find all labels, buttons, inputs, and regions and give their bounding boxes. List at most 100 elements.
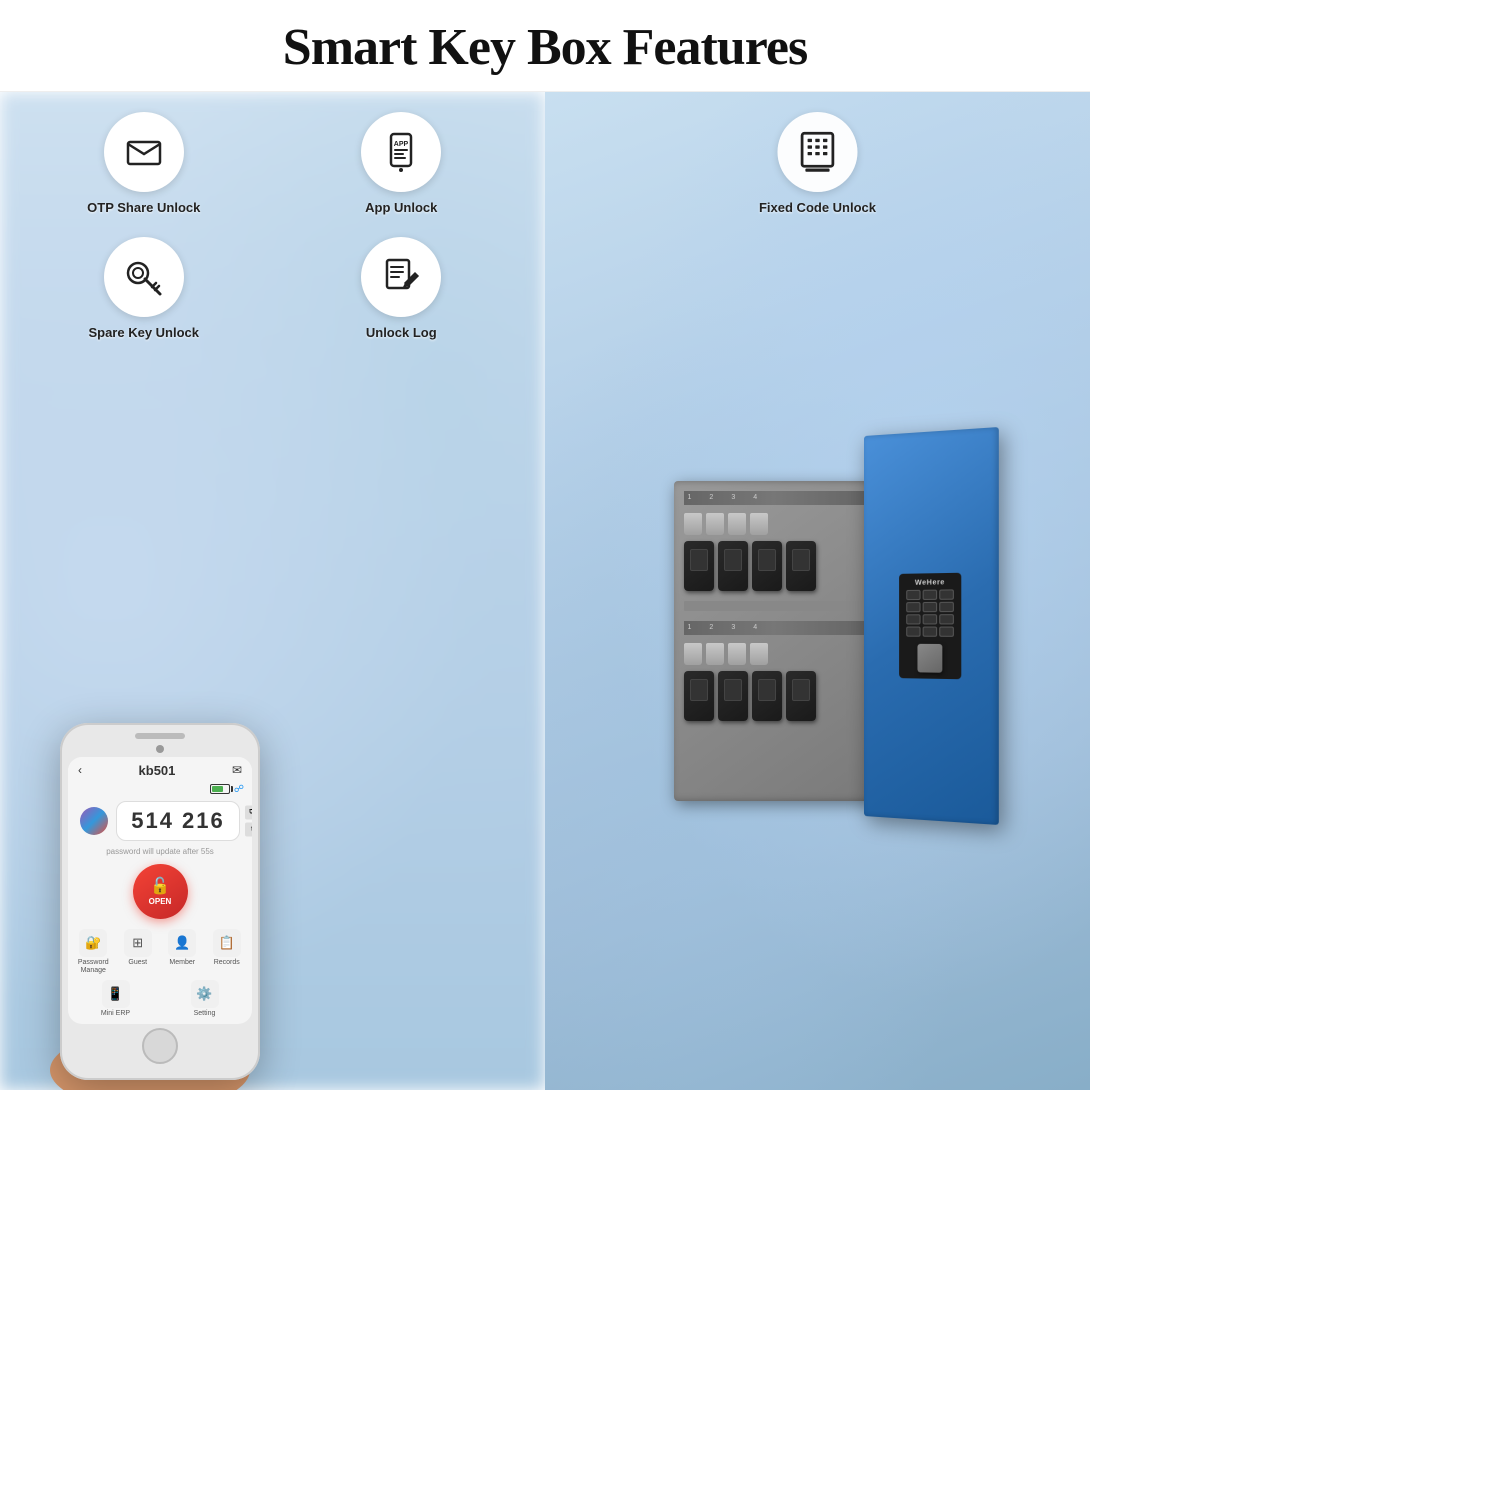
password-manage-label: PasswordManage xyxy=(78,959,109,976)
spare-key-label: Spare Key Unlock xyxy=(88,325,199,342)
app-menu-row1: 🔐 PasswordManage ⊞ Guest 👤 M xyxy=(68,925,252,978)
menu-mini-erp[interactable]: 📱 Mini ERP xyxy=(72,980,159,1018)
open-label: OPEN xyxy=(149,897,172,906)
key-fob-4 xyxy=(786,541,816,591)
otp-share-label: OTP Share Unlock xyxy=(87,200,200,217)
keypad-btn-hash xyxy=(939,626,954,636)
keypad-btn-2 xyxy=(922,589,937,599)
app-unlock-label: App Unlock xyxy=(365,200,437,217)
key-hook-5 xyxy=(684,643,702,665)
key-fob-5 xyxy=(684,671,714,721)
keypad-btn-1 xyxy=(906,590,920,600)
keypad-btn-8 xyxy=(922,614,937,624)
features-grid: OTP Share Unlock APP App xyxy=(20,112,525,342)
feature-unlock-log: Unlock Log xyxy=(278,237,526,342)
key-fob-row-1 xyxy=(684,541,864,591)
setting-label: Setting xyxy=(194,1010,216,1018)
key-rows-container: 1 2 3 4 xyxy=(684,491,864,791)
key-fob-6 xyxy=(718,671,748,721)
key-icon-circle xyxy=(104,237,184,317)
device-name: kb501 xyxy=(82,763,232,778)
num-4: 4 xyxy=(753,494,757,501)
menu-guest[interactable]: ⊞ Guest xyxy=(117,929,160,976)
num-2: 2 xyxy=(709,494,713,501)
battery-fill xyxy=(212,786,223,792)
left-panel: OTP Share Unlock APP App xyxy=(0,92,545,1090)
keypad-btn-5 xyxy=(922,602,937,612)
key-hook-2 xyxy=(706,513,724,535)
brand-name: WeHere xyxy=(914,579,944,587)
guest-label: Guest xyxy=(128,959,147,967)
member-label: Member xyxy=(169,959,195,967)
keypad-btn-6 xyxy=(939,602,954,612)
fixed-code-feature: Fixed Code Unlock xyxy=(759,112,876,217)
right-panel: Fixed Code Unlock 1 2 3 4 xyxy=(545,92,1090,1090)
num-3: 3 xyxy=(731,494,735,501)
records-label: Records xyxy=(214,959,240,967)
otp-icon-circle xyxy=(104,112,184,192)
key-hook-6 xyxy=(706,643,724,665)
log-icon-circle xyxy=(361,237,441,317)
home-button[interactable] xyxy=(142,1028,178,1064)
avatar-otp-row: 514 216 ⧉ ↑ xyxy=(68,797,252,845)
key-fob-1 xyxy=(684,541,714,591)
key-hook-1 xyxy=(684,513,702,535)
content-row: OTP Share Unlock APP App xyxy=(0,92,1090,1090)
otp-display: 514 216 ⧉ ↑ xyxy=(116,801,240,841)
records-icon: 📋 xyxy=(213,929,241,957)
member-icon: 👤 xyxy=(168,929,196,957)
app-menu-row2: 📱 Mini ERP ⚙️ Setting xyxy=(68,978,252,1024)
door-handle xyxy=(917,644,942,673)
keypad-icon xyxy=(796,130,840,174)
keypad-btn-0 xyxy=(922,626,937,636)
key-row-2 xyxy=(684,643,864,665)
key-fob-3 xyxy=(752,541,782,591)
page-title: Smart Key Box Features xyxy=(10,18,1080,77)
keypad-btn-3 xyxy=(939,589,954,599)
screen-header: ‹ kb501 ✉ xyxy=(68,757,252,782)
menu-setting[interactable]: ⚙️ Setting xyxy=(161,980,248,1018)
key-hook-4 xyxy=(750,513,768,535)
mini-erp-icon: 📱 xyxy=(102,980,130,1008)
app-icon-circle: APP xyxy=(361,112,441,192)
phone-speaker xyxy=(135,733,185,739)
mail-icon-small: ✉ xyxy=(232,763,242,777)
menu-password-manage[interactable]: 🔐 PasswordManage xyxy=(72,929,115,976)
copy-icon[interactable]: ⧉ xyxy=(245,805,252,819)
number-strip-bottom: 1 2 3 4 xyxy=(684,621,864,635)
key-fob-row-2 xyxy=(684,671,864,721)
keypad-btn-4 xyxy=(906,602,920,612)
feature-spare-key: Spare Key Unlock xyxy=(20,237,268,342)
otp-action-icons: ⧉ ↑ xyxy=(245,805,252,836)
keybox-body: 1 2 3 4 xyxy=(674,481,874,801)
key-fob-7 xyxy=(752,671,782,721)
num-8: 4 xyxy=(753,624,757,631)
keypad-btn-9 xyxy=(939,614,954,624)
battery-icon xyxy=(210,784,230,794)
password-manage-icon: 🔐 xyxy=(79,929,107,957)
num-7: 3 xyxy=(731,624,735,631)
open-button[interactable]: 🔓 OPEN xyxy=(133,864,188,919)
keypad-btn-star xyxy=(906,626,920,636)
header: Smart Key Box Features xyxy=(0,0,1090,92)
svg-text:APP: APP xyxy=(394,141,409,148)
otp-code: 514 216 xyxy=(131,808,225,834)
mini-erp-label: Mini ERP xyxy=(101,1010,130,1018)
page-container: Smart Key Box Features OTP Share Unlock xyxy=(0,0,1090,1090)
fixed-code-icon-circle xyxy=(778,112,858,192)
door-keypad xyxy=(906,589,954,636)
key-icon xyxy=(124,257,164,297)
num-5: 1 xyxy=(688,624,692,631)
status-row: ☍ xyxy=(68,782,252,797)
phone-camera xyxy=(156,745,164,753)
menu-records[interactable]: 📋 Records xyxy=(206,929,249,976)
key-fob-8 xyxy=(786,671,816,721)
menu-member[interactable]: 👤 Member xyxy=(161,929,204,976)
guest-icon: ⊞ xyxy=(124,929,152,957)
key-hook-8 xyxy=(750,643,768,665)
key-hook-3 xyxy=(728,513,746,535)
share-icon[interactable]: ↑ xyxy=(245,822,252,836)
key-fob-2 xyxy=(718,541,748,591)
unlock-log-label: Unlock Log xyxy=(366,325,437,342)
lock-open-icon: 🔓 xyxy=(150,876,170,896)
